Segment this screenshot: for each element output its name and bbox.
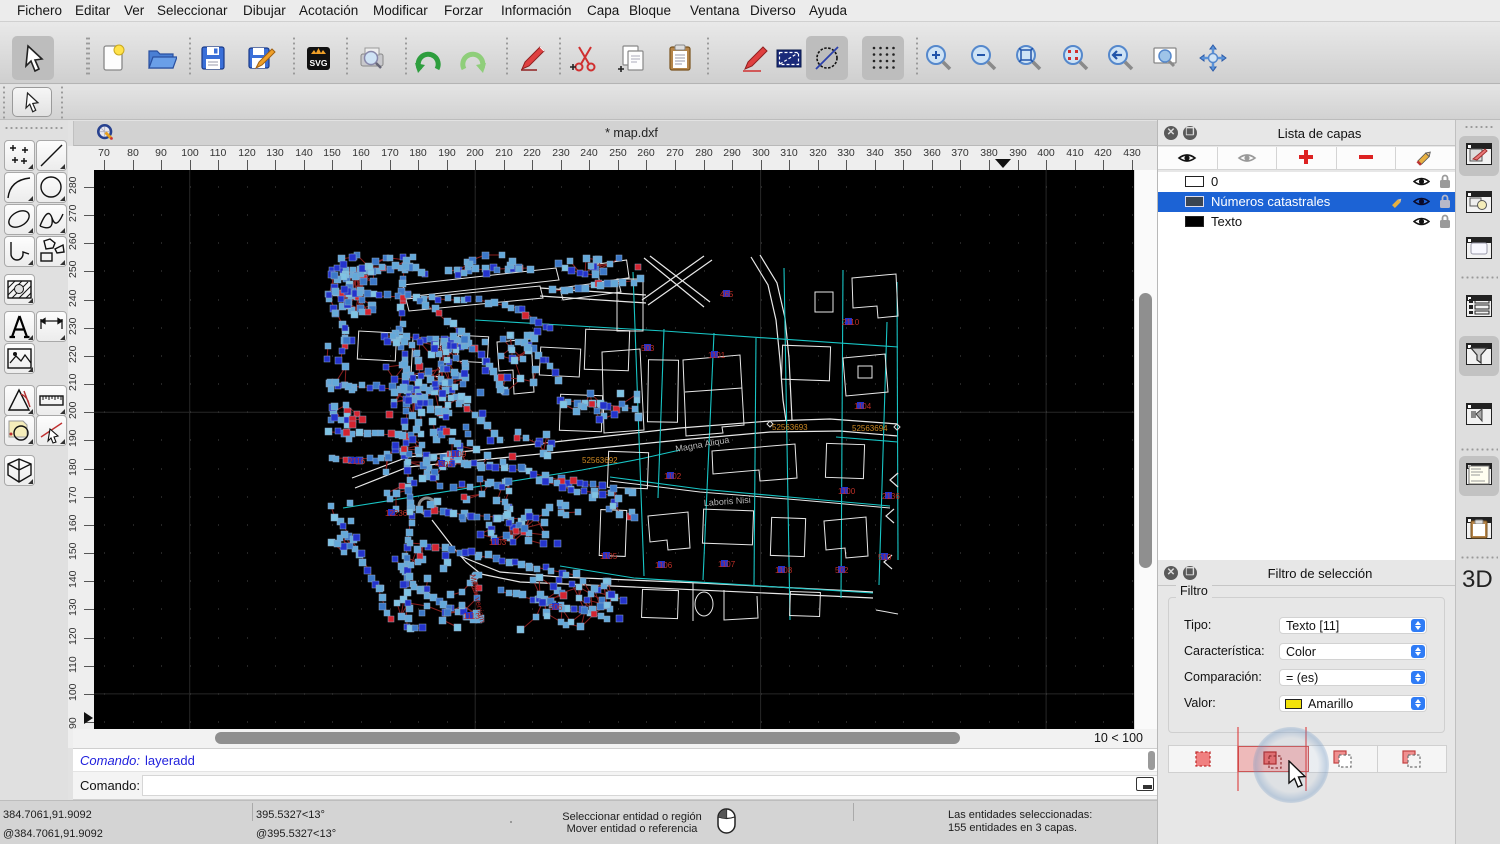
svg-text:52563694: 52563694	[852, 424, 888, 433]
svg-text:1103: 1103	[489, 538, 507, 547]
svg-text:503: 503	[641, 344, 655, 353]
svg-text:2136: 2136	[882, 492, 900, 501]
svg-text:1100: 1100	[838, 487, 856, 496]
svg-text:465: 465	[720, 290, 734, 299]
svg-text:1109: 1109	[449, 450, 467, 459]
svg-text:2110: 2110	[842, 318, 860, 327]
svg-text:502: 502	[835, 566, 849, 575]
svg-text:1108: 1108	[775, 566, 793, 575]
svg-text:1104: 1104	[854, 402, 872, 411]
svg-text:4305: 4305	[435, 460, 453, 469]
svg-text:2116: 2116	[348, 457, 366, 466]
svg-text:1101: 1101	[708, 351, 726, 360]
svg-text:52563692: 52563692	[582, 456, 618, 465]
svg-text:SVG: SVG	[310, 58, 328, 68]
svg-text:52563693: 52563693	[772, 423, 808, 432]
svg-text:1107: 1107	[718, 560, 736, 569]
svg-text:1106: 1106	[655, 561, 673, 570]
svg-text:1105: 1105	[600, 552, 618, 561]
svg-text:506: 506	[549, 603, 563, 612]
svg-text:12236: 12236	[385, 509, 408, 518]
svg-text:1102: 1102	[664, 472, 682, 481]
svg-text:510: 510	[878, 553, 892, 562]
svg-text:Laboris Nisi: Laboris Nisi	[703, 495, 751, 508]
